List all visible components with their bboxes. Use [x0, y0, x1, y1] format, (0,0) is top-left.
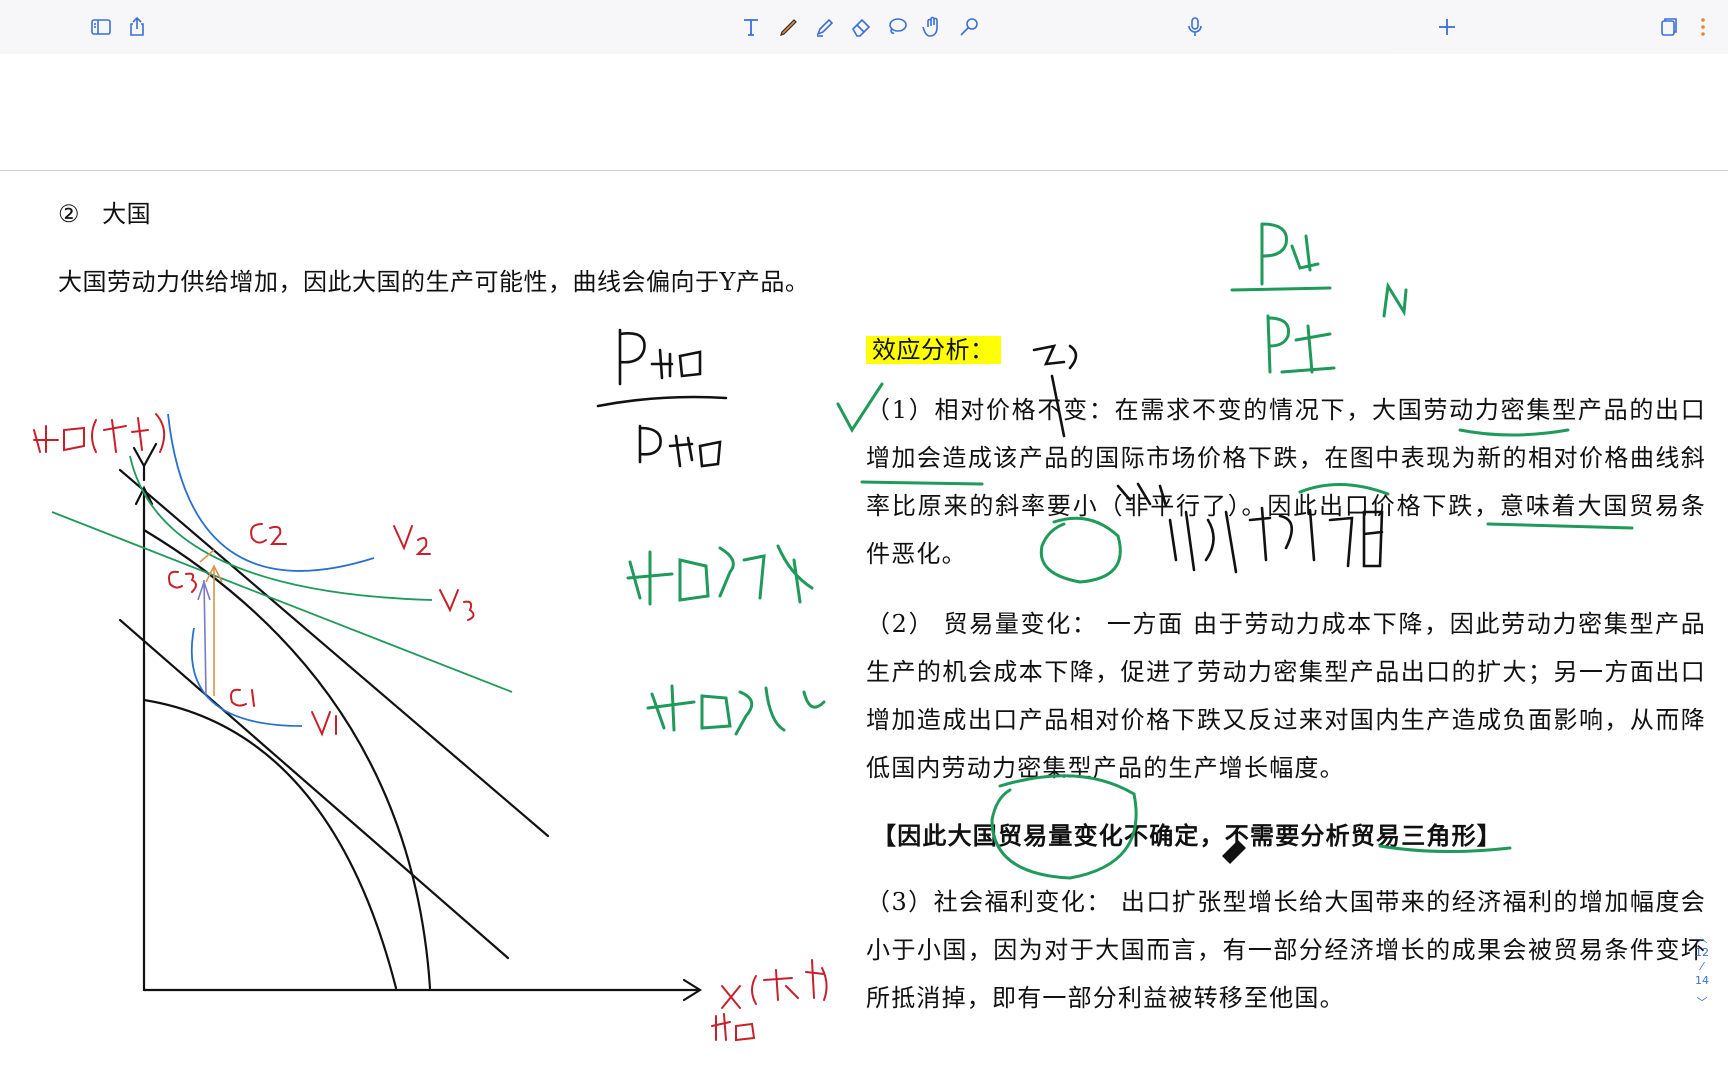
section-title: 大国: [102, 200, 152, 228]
paragraph-relative-price: （1）相对价格不变：在需求不变的情况下，大国劳动力密集型产品的出口增加会造成该产…: [866, 396, 1706, 568]
page-scroller[interactable]: ︿ 12 ⁄ 14 ﹀: [1690, 932, 1714, 1010]
pages-icon[interactable]: [1656, 14, 1682, 40]
bold-note: 【因此大国贸易量变化不确定，不需要分析贸易三角形】: [872, 821, 1502, 850]
pen-tool-icon[interactable]: [776, 14, 802, 40]
top-toolbar: [0, 0, 1728, 55]
page-divider: ⁄: [1701, 960, 1703, 973]
more-icon[interactable]: [1690, 14, 1716, 40]
page-current: 12: [1695, 946, 1709, 959]
laser-tool-icon[interactable]: [956, 14, 982, 40]
page-total: 14: [1695, 974, 1709, 987]
paragraph-trade-volume: （2） 贸易量变化： 一方面 由于劳动力成本下降，因此劳动力密集型产品生产的机会…: [866, 610, 1706, 782]
eraser-tool-icon[interactable]: [848, 14, 874, 40]
text-tool-icon[interactable]: [738, 14, 764, 40]
highlighter-tool-icon[interactable]: [812, 14, 838, 40]
hand-tool-icon[interactable]: [920, 14, 946, 40]
share-icon[interactable]: [124, 14, 150, 40]
previous-page: [0, 54, 1728, 171]
effect-title-highlight: 效应分析：: [866, 336, 1001, 364]
section-heading: ② 大国: [58, 194, 151, 229]
effect-title: 效应分析：: [866, 330, 1001, 365]
scroll-down-icon[interactable]: ﹀: [1690, 996, 1714, 1010]
sidebar-icon[interactable]: [88, 14, 114, 40]
section-number: ②: [58, 200, 81, 228]
lasso-tool-icon[interactable]: [884, 14, 910, 40]
scroll-up-icon[interactable]: ︿: [1690, 932, 1714, 946]
add-page-icon[interactable]: [1434, 14, 1460, 40]
microphone-icon[interactable]: [1182, 14, 1208, 40]
paragraph-welfare: （3）社会福利变化： 出口扩张型增长给大国带来的经济福利的增加幅度会小于小国，因…: [866, 888, 1706, 1012]
intro-text: 大国劳动力供给增加，因此大国的生产可能性，曲线会偏向于Y产品。: [58, 268, 810, 296]
